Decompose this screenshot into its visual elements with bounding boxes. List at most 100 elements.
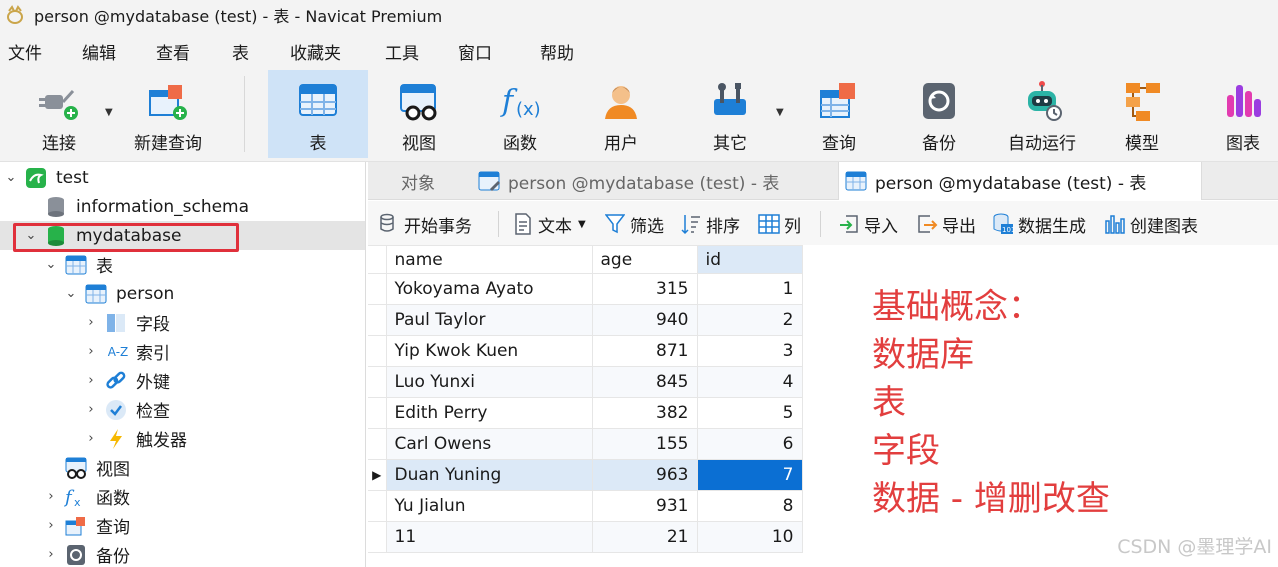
export-button[interactable]: 导出: [916, 211, 976, 237]
table-row[interactable]: Edith Perry 382 5: [368, 397, 803, 429]
columns-button[interactable]: 列: [758, 211, 801, 237]
cell-id[interactable]: 8: [696, 490, 803, 522]
connect-button[interactable]: 连接: [18, 70, 100, 158]
cell-age[interactable]: 21: [591, 521, 698, 553]
tree-item-indexes[interactable]: › A-Z 索引: [0, 337, 365, 366]
cell-age[interactable]: 155: [591, 428, 698, 460]
begin-transaction-button[interactable]: 开始事务: [378, 211, 472, 237]
menu-table[interactable]: 表: [232, 39, 249, 64]
menu-edit[interactable]: 编辑: [82, 39, 116, 64]
cell-name[interactable]: Yip Kwok Kuen: [385, 335, 593, 367]
cell-id-selected[interactable]: 7: [696, 459, 803, 491]
cell-age[interactable]: 871: [591, 335, 698, 367]
tree-item-connection-test[interactable]: ⌄ test: [0, 163, 365, 192]
cell-name[interactable]: Carl Owens: [385, 428, 593, 460]
table-row[interactable]: Yu Jialun 931 8: [368, 490, 803, 522]
cell-id[interactable]: 2: [696, 304, 803, 336]
tree-item-triggers[interactable]: › 触发器: [0, 424, 365, 453]
chevron-right-icon[interactable]: ›: [44, 547, 58, 562]
menu-tools[interactable]: 工具: [385, 39, 419, 64]
cell-id[interactable]: 10: [696, 521, 803, 553]
cell-age[interactable]: 963: [591, 459, 698, 491]
cell-name[interactable]: Edith Perry: [385, 397, 593, 429]
other-dropdown-icon[interactable]: ▼: [776, 107, 784, 118]
new-query-button[interactable]: 新建查询: [126, 70, 210, 158]
chevron-right-icon[interactable]: ›: [84, 315, 98, 330]
column-header-name[interactable]: name: [385, 245, 593, 274]
chevron-right-icon[interactable]: ›: [44, 489, 58, 504]
table-button[interactable]: 表: [268, 70, 368, 158]
menu-view[interactable]: 查看: [156, 39, 190, 64]
cell-age[interactable]: 382: [591, 397, 698, 429]
tree-item-checks[interactable]: › 检查: [0, 395, 365, 424]
import-button[interactable]: 导入: [838, 211, 898, 237]
cell-id[interactable]: 3: [696, 335, 803, 367]
navicat-logo-icon: [4, 4, 26, 26]
automation-button[interactable]: 自动运行: [998, 70, 1086, 158]
menu-window[interactable]: 窗口: [458, 39, 492, 64]
table-row[interactable]: 11 21 10: [368, 521, 803, 553]
cell-name[interactable]: Duan Yuning: [385, 459, 593, 491]
cell-name[interactable]: Luo Yunxi: [385, 366, 593, 398]
chart-button[interactable]: 图表: [1200, 70, 1278, 158]
table-icon: [64, 253, 88, 277]
cell-id[interactable]: 4: [696, 366, 803, 398]
tree-item-functions[interactable]: › fx 函数: [0, 482, 365, 511]
tree-item-queries[interactable]: › 查询: [0, 511, 365, 540]
cell-id[interactable]: 5: [696, 397, 803, 429]
tree-item-backups[interactable]: › 备份: [0, 540, 365, 567]
cell-name[interactable]: Yokoyama Ayato: [385, 273, 593, 305]
tab-objects[interactable]: 对象: [368, 162, 468, 200]
tree-item-information-schema[interactable]: information_schema: [0, 192, 365, 221]
text-dropdown-icon[interactable]: ▼: [578, 219, 586, 230]
table-row-current[interactable]: ▶ Duan Yuning 963 7: [368, 459, 803, 491]
tree-item-views[interactable]: 视图: [0, 453, 365, 482]
cell-id[interactable]: 1: [696, 273, 803, 305]
connect-dropdown-icon[interactable]: ▼: [105, 107, 113, 118]
tree-item-fields[interactable]: › 字段: [0, 308, 365, 337]
cell-age[interactable]: 845: [591, 366, 698, 398]
create-chart-button[interactable]: 创建图表: [1104, 211, 1198, 237]
cell-age[interactable]: 940: [591, 304, 698, 336]
chevron-right-icon[interactable]: ›: [84, 373, 98, 388]
cell-id[interactable]: 6: [696, 428, 803, 460]
cell-name[interactable]: 11: [385, 521, 593, 553]
table-row[interactable]: Yip Kwok Kuen 871 3: [368, 335, 803, 367]
chevron-right-icon[interactable]: ›: [44, 518, 58, 533]
backup-button[interactable]: 备份: [894, 70, 984, 158]
chevron-right-icon[interactable]: ›: [84, 402, 98, 417]
menu-favorites[interactable]: 收藏夹: [290, 39, 341, 64]
query-button[interactable]: 查询: [794, 70, 884, 158]
filter-button[interactable]: 筛选: [604, 211, 664, 237]
cell-age[interactable]: 315: [591, 273, 698, 305]
function-button[interactable]: f (x) 函数: [472, 70, 568, 158]
menu-file[interactable]: 文件: [8, 39, 42, 64]
cell-name[interactable]: Paul Taylor: [385, 304, 593, 336]
model-button[interactable]: 模型: [1098, 70, 1186, 158]
cell-name[interactable]: Yu Jialun: [385, 490, 593, 522]
view-button[interactable]: 视图: [372, 70, 466, 158]
table-row[interactable]: Yokoyama Ayato 315 1: [368, 273, 803, 305]
table-row[interactable]: Luo Yunxi 845 4: [368, 366, 803, 398]
menu-help[interactable]: 帮助: [540, 39, 574, 64]
tree-item-tables[interactable]: ⌄ 表: [0, 250, 365, 279]
data-generation-button[interactable]: 101 数据生成: [992, 211, 1086, 237]
text-button[interactable]: 文本 ▼: [512, 211, 586, 237]
tree-item-foreign-keys[interactable]: › 外键: [0, 366, 365, 395]
cell-age[interactable]: 931: [591, 490, 698, 522]
chevron-right-icon[interactable]: ›: [84, 344, 98, 359]
user-button[interactable]: 用户: [574, 70, 668, 158]
sort-button[interactable]: 排序: [680, 211, 740, 237]
table-row[interactable]: Carl Owens 155 6: [368, 428, 803, 460]
chevron-down-icon[interactable]: ⌄: [64, 286, 78, 301]
chevron-down-icon[interactable]: ⌄: [44, 257, 58, 272]
column-header-id[interactable]: id: [696, 245, 803, 274]
table-row[interactable]: Paul Taylor 940 2: [368, 304, 803, 336]
tree-item-person[interactable]: ⌄ person: [0, 279, 365, 308]
other-button[interactable]: 其它: [684, 70, 776, 158]
chevron-right-icon[interactable]: ›: [84, 431, 98, 446]
tab-person-1[interactable]: person @mydatabase (test) - 表: [472, 162, 836, 200]
tab-person-2[interactable]: person @mydatabase (test) - 表: [838, 162, 1202, 200]
column-header-age[interactable]: age: [591, 245, 698, 274]
chevron-down-icon[interactable]: ⌄: [4, 170, 18, 185]
